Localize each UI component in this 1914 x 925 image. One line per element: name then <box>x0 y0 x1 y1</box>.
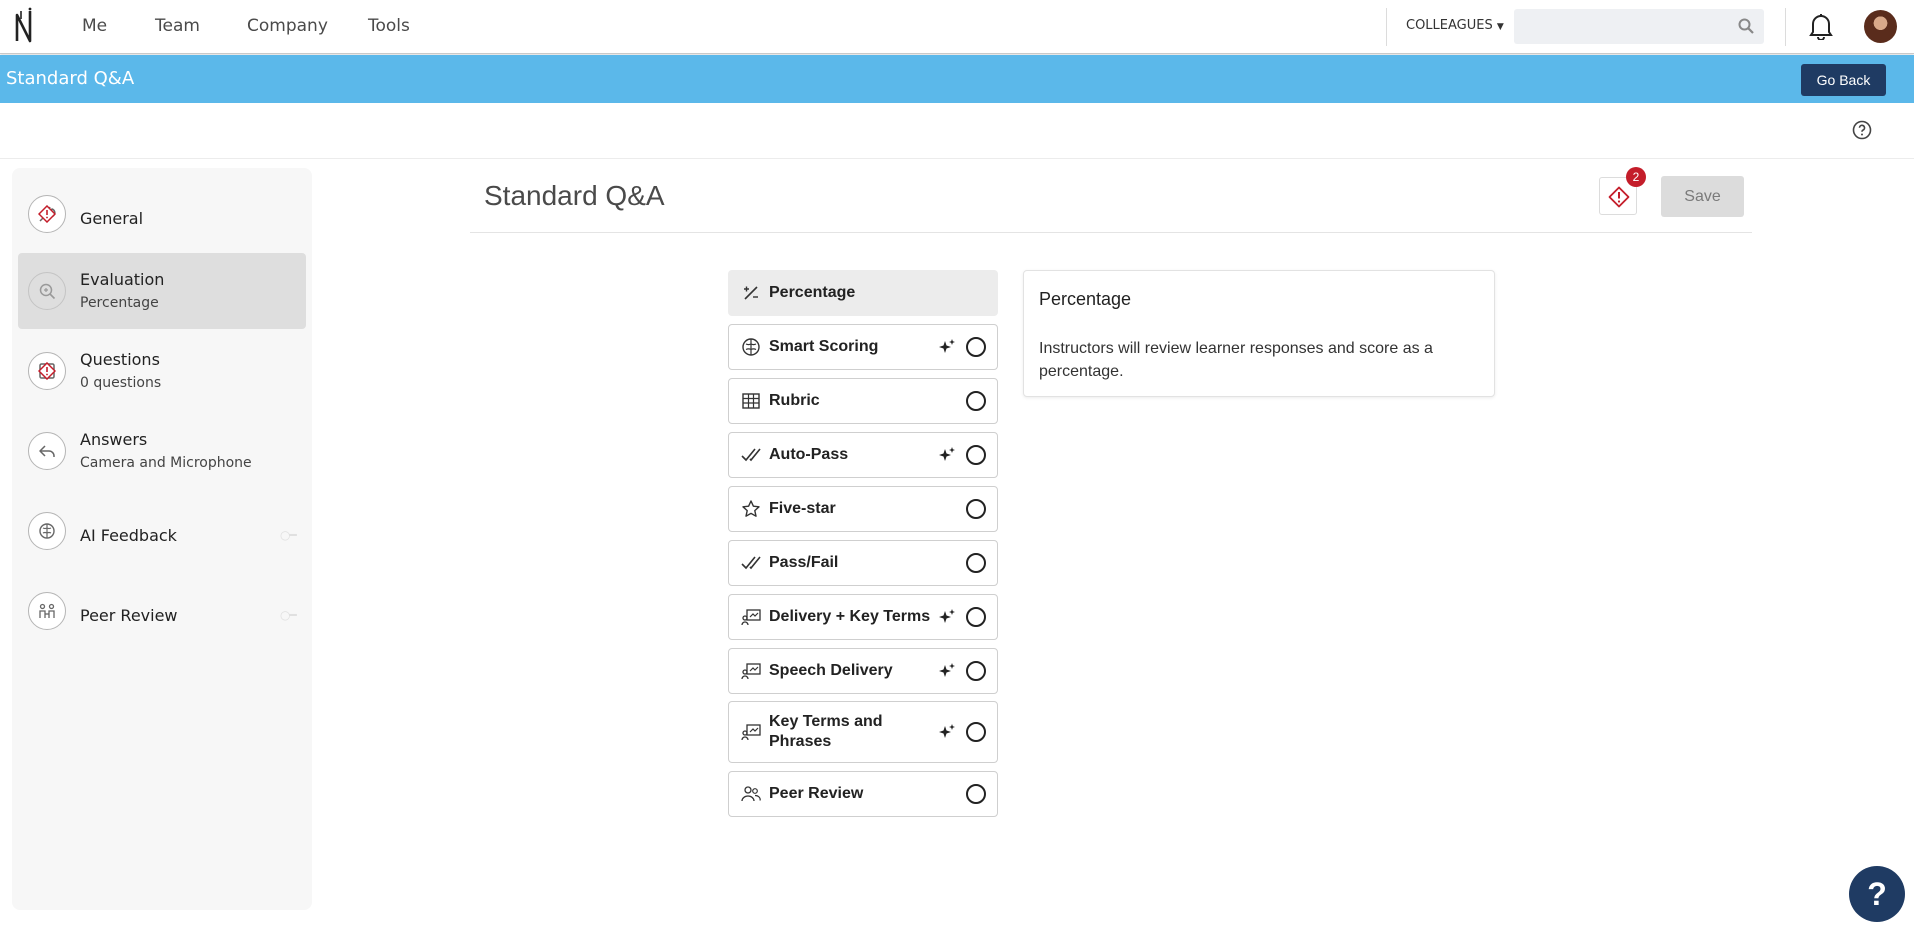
sidebar-item-title: Answers <box>80 430 148 449</box>
sidebar-item-answers[interactable]: Answers Camera and Microphone <box>18 413 306 489</box>
nav-link-tools[interactable]: Tools <box>368 16 410 36</box>
option-label: Percentage <box>769 284 856 301</box>
option-label: Auto-Pass <box>769 446 849 463</box>
ai-sparkle-icon <box>938 723 956 741</box>
ai-sparkle-icon <box>938 338 956 356</box>
option-label: Delivery + Key Terms <box>769 608 931 625</box>
brain-icon <box>741 337 761 357</box>
sub-toolbar <box>0 103 1914 159</box>
option-radio[interactable] <box>966 661 986 681</box>
option-radio[interactable] <box>966 553 986 573</box>
help-circle-icon[interactable] <box>1852 120 1872 140</box>
presentation-icon <box>741 661 761 681</box>
question-doc-icon <box>28 352 66 390</box>
evaluation-option-delivery-key-terms[interactable]: Delivery + Key Terms <box>728 594 998 640</box>
issues-count-badge: 2 <box>1626 167 1646 187</box>
page-banner: Standard Q&A Go Back <box>0 55 1914 103</box>
page-title: Standard Q&A <box>484 180 665 211</box>
go-back-button[interactable]: Go Back <box>1801 64 1886 96</box>
nav-divider <box>1785 8 1786 46</box>
evaluation-option-auto-pass[interactable]: Auto-Pass <box>728 432 998 478</box>
warning-icon <box>38 362 56 380</box>
warning-icon <box>1608 186 1630 208</box>
notifications-bell-icon[interactable] <box>1808 12 1834 40</box>
nav-divider <box>1386 8 1387 46</box>
option-radio[interactable] <box>966 445 986 465</box>
sidebar-item-title: Evaluation <box>80 270 165 289</box>
caret-down-icon: ▼ <box>1496 22 1504 32</box>
evaluation-option-five-star[interactable]: Five-star <box>728 486 998 532</box>
option-description-card: Percentage Instructors will review learn… <box>1023 270 1495 397</box>
option-radio[interactable] <box>966 391 986 411</box>
save-button[interactable]: Save <box>1661 176 1744 217</box>
sidebar-item-peer-review[interactable]: Peer Review ○━ <box>18 573 306 649</box>
nav-link-company[interactable]: Company <box>247 16 328 36</box>
double-check-icon <box>741 553 761 573</box>
option-label: Smart Scoring <box>769 338 879 355</box>
double-check-icon <box>741 445 761 465</box>
toggle-off-icon[interactable]: ○━ <box>280 608 297 622</box>
warning-icon <box>38 205 56 223</box>
option-label: Speech Delivery <box>769 662 893 679</box>
sidebar-item-subtitle: Percentage <box>80 295 159 311</box>
option-label: Pass/Fail <box>769 554 839 571</box>
sidebar-item-title: Questions <box>80 350 160 369</box>
sidebar-item-title: AI Feedback <box>80 526 177 545</box>
star-icon <box>741 499 761 519</box>
ai-sparkle-icon <box>938 608 956 626</box>
evaluation-option-peer-review[interactable]: Peer Review <box>728 771 998 817</box>
people-icon <box>741 784 761 804</box>
toggle-off-icon[interactable]: ○━ <box>280 528 297 542</box>
search-icon[interactable] <box>1738 18 1754 34</box>
evaluation-option-speech-delivery[interactable]: Speech Delivery <box>728 648 998 694</box>
nav-link-me[interactable]: Me <box>82 16 107 36</box>
magnify-icon <box>28 272 66 310</box>
ai-sparkle-icon <box>938 446 956 464</box>
sidebar-item-general[interactable]: General <box>18 176 306 252</box>
sidebar-item-subtitle: Camera and Microphone <box>80 455 252 471</box>
evaluation-option-key-terms[interactable]: Key Terms and Phrases <box>728 701 998 763</box>
sidebar-item-questions[interactable]: Questions 0 questions <box>18 333 306 409</box>
help-fab-button[interactable]: ? <box>1849 866 1905 922</box>
presentation-icon <box>741 722 761 742</box>
option-label: Peer Review <box>769 785 864 802</box>
description-title: Percentage <box>1039 289 1132 309</box>
wrench-icon <box>28 195 66 233</box>
sidebar-item-title: Peer Review <box>80 606 178 625</box>
sidebar-item-title: General <box>80 209 144 228</box>
description-text: Instructors will review learner response… <box>1039 340 1433 380</box>
option-radio[interactable] <box>966 722 986 742</box>
option-radio[interactable] <box>966 784 986 804</box>
option-label: Key Terms and Phrases <box>769 713 883 750</box>
option-label: Rubric <box>769 392 820 409</box>
evaluation-option-pass-fail[interactable]: Pass/Fail <box>728 540 998 586</box>
colleagues-dropdown[interactable]: COLLEAGUES ▼ <box>1406 18 1504 33</box>
evaluation-option-rubric[interactable]: Rubric <box>728 378 998 424</box>
evaluation-option-percentage[interactable]: Percentage <box>728 270 998 316</box>
sidebar-item-evaluation[interactable]: Evaluation Percentage <box>18 253 306 329</box>
app-logo-icon[interactable] <box>14 7 36 45</box>
settings-sidebar: General Evaluation Percentage Questions … <box>12 168 312 910</box>
option-radio[interactable] <box>966 337 986 357</box>
sidebar-item-ai-feedback[interactable]: AI Feedback ○━ <box>18 493 306 569</box>
option-radio[interactable] <box>966 607 986 627</box>
sidebar-item-subtitle: 0 questions <box>80 375 162 391</box>
brain-icon <box>28 512 66 550</box>
option-radio[interactable] <box>966 499 986 519</box>
header-divider <box>470 232 1752 233</box>
grid-icon <box>741 391 761 411</box>
banner-title: Standard Q&A <box>6 68 135 89</box>
user-avatar[interactable] <box>1864 10 1897 43</box>
peers-icon <box>28 592 66 630</box>
colleagues-label: COLLEAGUES <box>1406 18 1493 33</box>
percent-icon <box>741 283 761 303</box>
presentation-icon <box>741 607 761 627</box>
ai-sparkle-icon <box>938 662 956 680</box>
nav-link-team[interactable]: Team <box>155 16 200 36</box>
evaluation-option-smart-scoring[interactable]: Smart Scoring <box>728 324 998 370</box>
search-input[interactable] <box>1514 9 1764 44</box>
option-label: Five-star <box>769 500 836 517</box>
top-navigation: Me Team Company Tools COLLEAGUES ▼ <box>0 0 1914 54</box>
reply-icon <box>28 432 66 470</box>
